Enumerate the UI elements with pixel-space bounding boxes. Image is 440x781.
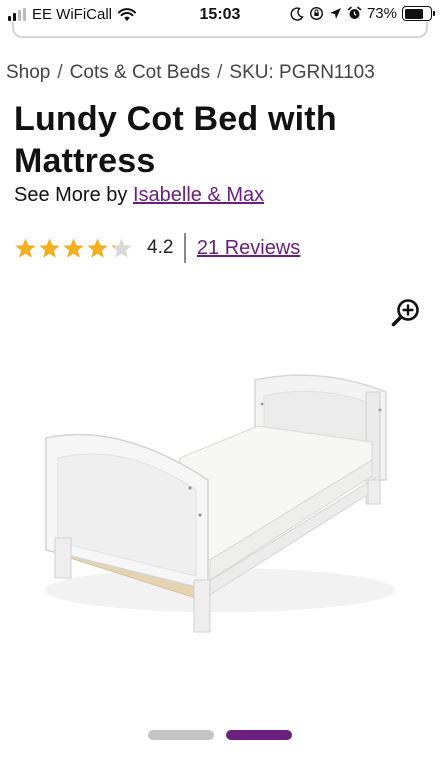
product-image-cot-bed[interactable] — [0, 330, 440, 670]
breadcrumb: Shop / Cots & Cot Beds / SKU: PGRN1103 — [6, 62, 375, 84]
location-arrow-icon — [329, 8, 341, 19]
star-icon — [111, 237, 132, 258]
see-more-by: See More by Isabelle & Max — [14, 184, 264, 207]
breadcrumb-separator: / — [57, 62, 63, 83]
rating-divider — [184, 233, 186, 263]
pager-dot[interactable] — [148, 730, 214, 740]
search-bar-edge[interactable] — [12, 22, 428, 38]
battery-icon — [402, 6, 435, 21]
moon-icon — [290, 6, 304, 21]
reviews-link[interactable]: 21 Reviews — [197, 237, 300, 260]
breadcrumb-category[interactable]: Cots & Cot Beds — [70, 62, 210, 83]
breadcrumb-shop[interactable]: Shop — [6, 62, 50, 83]
star-icon — [39, 237, 60, 258]
brand-link[interactable]: Isabelle & Max — [133, 184, 264, 206]
rating-value: 4.2 — [147, 237, 174, 258]
see-more-prefix: See More by — [14, 184, 128, 206]
star-rating — [14, 237, 133, 260]
breadcrumb-separator: / — [217, 62, 223, 83]
star-icon — [87, 237, 108, 258]
product-rating: 4.2 21 Reviews — [14, 233, 300, 263]
status-bar-right: 73% — [290, 5, 435, 22]
alarm-icon — [347, 6, 362, 19]
pager-dot[interactable] — [226, 730, 292, 740]
product-title: Lundy Cot Bed with Mattress — [14, 100, 337, 180]
lock-rotation-icon — [309, 6, 323, 21]
breadcrumb-sku: SKU: PGRN1103 — [229, 62, 375, 83]
battery-percentage: 73% — [366, 5, 397, 22]
gallery-pager — [0, 730, 440, 740]
zoom-in-icon[interactable] — [390, 297, 422, 329]
star-icon — [63, 237, 84, 258]
star-icon — [15, 237, 36, 258]
